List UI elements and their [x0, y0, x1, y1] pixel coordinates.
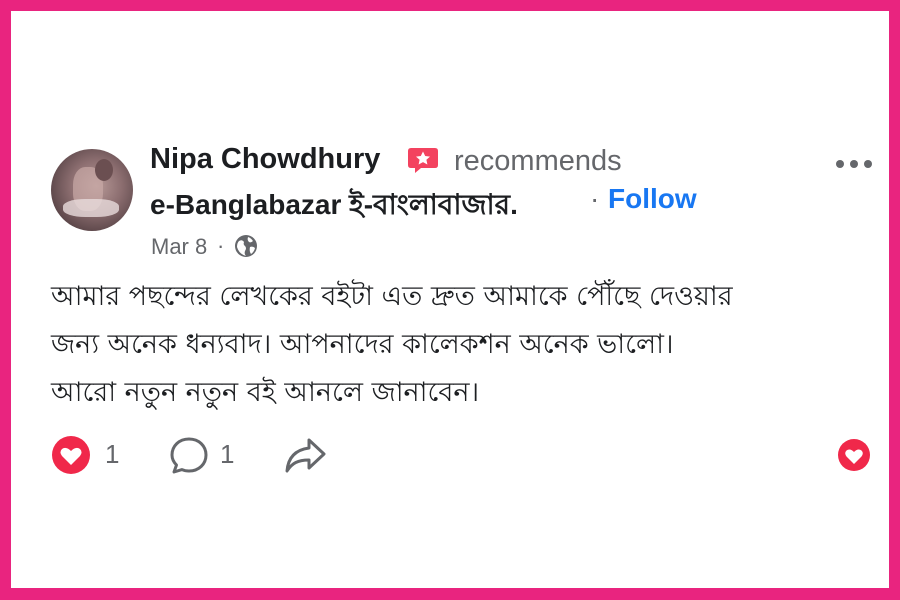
review-line: আমার পছন্দের লেখকের বইটা এত দ্রুত আমাকে …	[51, 281, 733, 312]
more-options-icon[interactable]	[833, 153, 875, 175]
love-react-button-icon[interactable]	[837, 438, 871, 472]
author-name[interactable]: Nipa Chowdhury	[150, 143, 380, 176]
review-text: আমার পছন্দের লেখকের বইটা এত দ্রুত আমাকে …	[51, 273, 881, 417]
author-avatar[interactable]	[51, 149, 133, 231]
separator-dot: ·	[590, 183, 600, 214]
review-line: জন্য অনেক ধন্যবাদ। আপনাদের কালেকশন অনেক …	[51, 329, 674, 360]
follow-button[interactable]: Follow	[608, 183, 697, 215]
review-line: আরো নতুন নতুন বই আনলে জানাবেন।	[51, 377, 480, 408]
date-separator: ·	[217, 233, 225, 258]
reaction-count[interactable]: 1	[105, 439, 119, 470]
globe-icon	[235, 235, 257, 257]
review-card: Nipa Chowdhury recommends e-Banglabazar …	[11, 11, 889, 588]
comment-count[interactable]: 1	[220, 439, 234, 470]
recommend-badge-icon	[408, 148, 438, 173]
post-date[interactable]: Mar 8	[151, 234, 207, 260]
love-reaction-icon[interactable]	[51, 435, 91, 475]
comment-icon[interactable]	[168, 435, 210, 477]
share-icon[interactable]	[283, 435, 327, 477]
page-name-link[interactable]: e-Banglabazar ই-বাংলাবাজার.	[150, 183, 518, 230]
recommends-label: recommends	[454, 145, 622, 177]
